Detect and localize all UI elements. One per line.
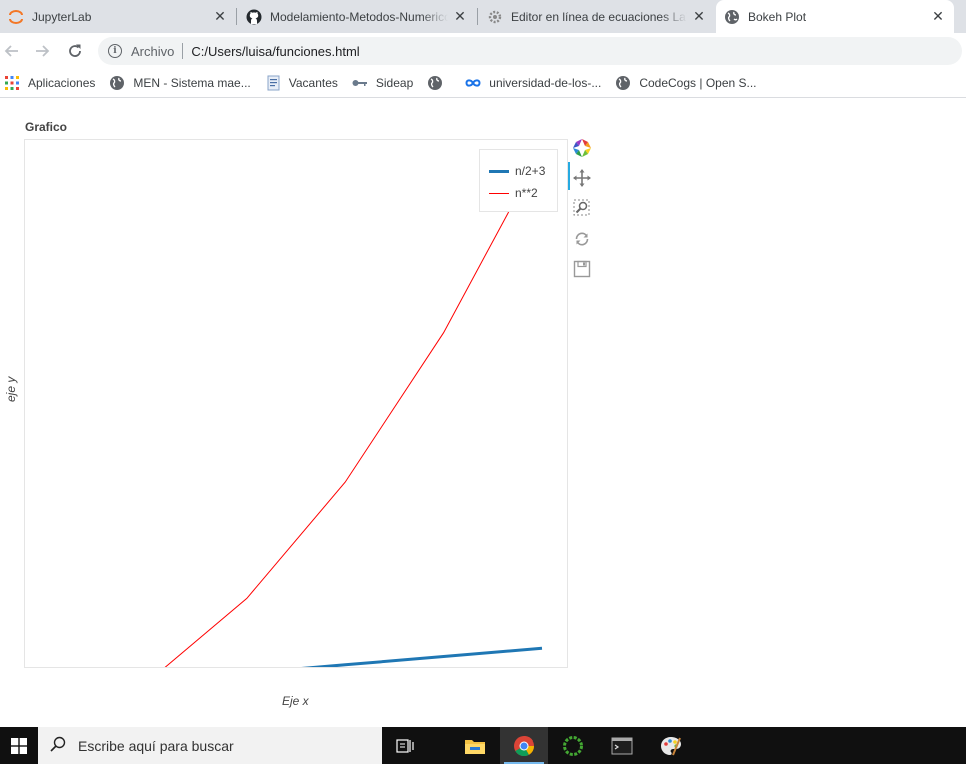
chrome-icon[interactable]	[500, 727, 548, 764]
file-explorer-icon[interactable]	[451, 727, 499, 764]
close-icon[interactable]: ✕	[212, 8, 228, 25]
series-line-n-squared	[164, 149, 543, 667]
anaconda-icon[interactable]	[549, 727, 597, 764]
search-icon	[50, 736, 66, 755]
forward-arrow-icon[interactable]	[30, 39, 54, 63]
bookmark-label: CodeCogs | Open S...	[639, 76, 757, 90]
bookmark-sideap[interactable]: Sideap	[352, 75, 413, 91]
plot-toolbar	[568, 136, 596, 286]
plot-area[interactable]	[24, 139, 568, 668]
globe-icon	[427, 75, 443, 91]
taskbar-search-input[interactable]: Escribe aquí para buscar	[38, 727, 382, 764]
bookmark-codecogs[interactable]: CodeCogs | Open S...	[615, 75, 757, 91]
globe-icon	[724, 9, 740, 25]
address-divider	[182, 43, 184, 59]
infinity-icon	[465, 75, 481, 91]
bookmark-label: Aplicaciones	[28, 76, 96, 90]
task-view-icon[interactable]	[381, 727, 429, 764]
windows-start-icon[interactable]	[0, 727, 37, 764]
legend-label: n**2	[515, 186, 538, 200]
apps-grid-icon	[4, 75, 20, 91]
series-line-n-half-plus-3	[301, 646, 543, 667]
bokeh-logo-icon[interactable]	[570, 136, 594, 160]
bookmark-label: universidad-de-los-...	[489, 76, 602, 90]
terminal-icon[interactable]	[598, 727, 646, 764]
address-scheme: Archivo	[131, 43, 175, 59]
tab-bokeh-plot[interactable]: Bokeh Plot ✕	[716, 0, 954, 33]
x-axis-label: Eje x	[282, 694, 309, 708]
browser-toolbar: i Archivo C:/Users/luisa/funciones.html	[0, 33, 966, 69]
plot-legend: n/2+3 n**2	[479, 149, 558, 212]
address-bar[interactable]: i Archivo C:/Users/luisa/funciones.html	[98, 37, 962, 65]
jupyter-icon	[8, 9, 24, 25]
codecogs-gear-icon	[487, 9, 503, 25]
close-icon[interactable]: ✕	[930, 8, 946, 25]
reset-icon[interactable]	[570, 227, 594, 251]
page-content: Grafico n/2+3 n**2 eje y Eje x	[0, 100, 966, 727]
paint-icon[interactable]	[647, 727, 695, 764]
windows-taskbar: Escribe aquí para buscar	[0, 727, 966, 764]
bookmarks-bar: Aplicaciones MEN - Sistema mae... Vacant…	[0, 69, 966, 98]
tab-codecogs[interactable]: Editor en línea de ecuaciones LaTeX ✕	[479, 0, 715, 33]
y-axis-label: eje y	[4, 376, 18, 402]
box-zoom-icon[interactable]	[570, 196, 594, 220]
tab-title: Bokeh Plot	[748, 9, 807, 24]
bookmark-label: Sideap	[375, 76, 414, 90]
legend-item: n**2	[480, 182, 557, 204]
plot-title: Grafico	[25, 120, 68, 134]
key-icon	[352, 75, 368, 91]
legend-item: n/2+3	[480, 160, 557, 182]
back-arrow-icon[interactable]	[0, 39, 24, 63]
tab-divider	[236, 8, 237, 25]
github-icon	[246, 9, 262, 25]
legend-swatch-red	[489, 192, 509, 194]
tab-strip: JupyterLab ✕ Modelamiento-Metodos-Numeri…	[0, 0, 966, 33]
info-icon[interactable]: i	[108, 44, 122, 58]
address-url[interactable]: C:/Users/luisa/funciones.html	[191, 44, 359, 59]
tab-github[interactable]: Modelamiento-Metodos-Numericos ✕	[238, 0, 476, 33]
reload-icon[interactable]	[63, 39, 87, 63]
close-icon[interactable]: ✕	[452, 8, 468, 25]
plot-canvas[interactable]	[25, 140, 567, 667]
bookmark-apps[interactable]: Aplicaciones	[4, 75, 95, 91]
globe-icon	[615, 75, 631, 91]
bookmark-label: MEN - Sistema mae...	[133, 76, 251, 90]
bookmark-men[interactable]: MEN - Sistema mae...	[109, 75, 251, 91]
close-icon[interactable]: ✕	[691, 8, 707, 25]
tab-title: JupyterLab	[32, 9, 92, 24]
tab-divider	[477, 8, 478, 25]
legend-label: n/2+3	[515, 164, 546, 178]
document-icon	[265, 75, 281, 91]
bookmark-universidad[interactable]: universidad-de-los-...	[465, 75, 601, 91]
tab-title: Editor en línea de ecuaciones LaTeX	[511, 9, 687, 24]
pan-icon[interactable]	[570, 166, 594, 190]
bookmark-vacantes[interactable]: Vacantes	[265, 75, 338, 91]
globe-icon	[109, 75, 125, 91]
tab-jupyterlab[interactable]: JupyterLab ✕	[0, 0, 236, 33]
search-placeholder: Escribe aquí para buscar	[78, 737, 234, 754]
bookmark-globe[interactable]	[427, 75, 451, 91]
save-icon[interactable]	[570, 257, 594, 281]
tab-title: Modelamiento-Metodos-Numericos	[270, 9, 448, 24]
bookmark-label: Vacantes	[288, 76, 338, 90]
legend-swatch-blue	[489, 169, 509, 173]
